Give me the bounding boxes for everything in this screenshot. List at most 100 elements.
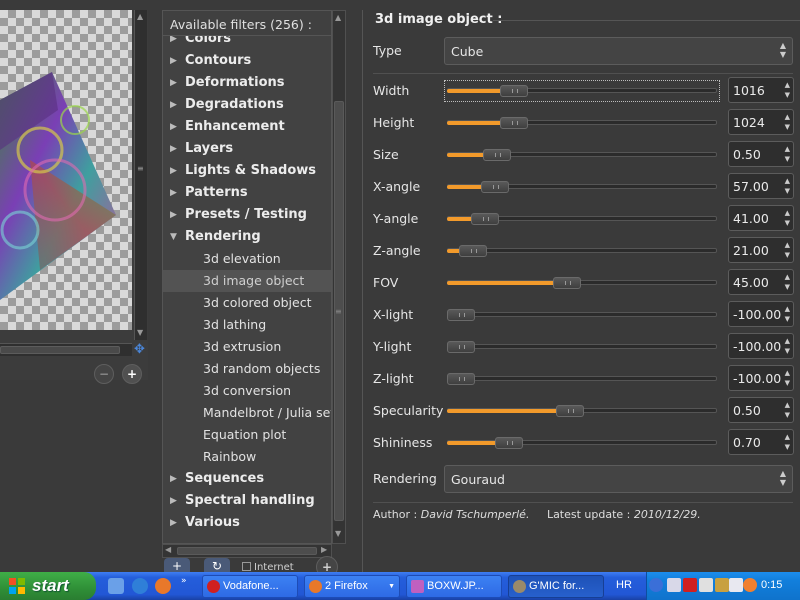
param-spinbox[interactable]: 57.00 ▲ ▼ [728, 173, 794, 199]
scroll-thumb[interactable] [177, 547, 317, 555]
internet-explorer-icon[interactable] [132, 578, 148, 594]
filter-horizontal-scrollbar[interactable]: ◀ ▶ [162, 544, 332, 558]
preview-horizontal-scrollbar[interactable] [0, 343, 132, 356]
param-slider[interactable] [445, 337, 719, 357]
scroll-thumb[interactable] [0, 346, 120, 354]
tree-category[interactable]: ▶ Deformations [163, 72, 331, 94]
filter-list-header[interactable]: Available filters (256) : [162, 10, 332, 36]
expand-arrow-icon[interactable]: ▶ [170, 490, 177, 512]
add-filter-button[interactable]: + [164, 558, 190, 572]
slider-handle[interactable] [459, 245, 487, 257]
filter-item[interactable]: 3d colored object [163, 292, 331, 314]
slider-handle[interactable] [483, 149, 511, 161]
param-spinbox[interactable]: 1016 ▲ ▼ [728, 77, 794, 103]
slider-handle[interactable] [481, 181, 509, 193]
zoom-out-button[interactable]: − [94, 364, 114, 384]
filter-item-selected[interactable]: 3d image object [163, 270, 331, 292]
spin-arrows-icon[interactable]: ▲ ▼ [785, 432, 790, 452]
start-button[interactable]: start [0, 572, 96, 600]
spin-arrows-icon[interactable]: ▲ ▼ [785, 272, 790, 292]
scroll-up-arrow-icon[interactable]: ▲ [335, 13, 341, 22]
param-spinbox[interactable]: -100.00 ▲ ▼ [728, 301, 794, 327]
spin-arrows-icon[interactable]: ▲ ▼ [785, 208, 790, 228]
rendering-select[interactable]: Gouraud ▲ ▼ [444, 465, 793, 493]
tree-category[interactable]: ▶ Various [163, 512, 331, 534]
param-spinbox[interactable]: 1024 ▲ ▼ [728, 109, 794, 135]
language-indicator[interactable]: HR [616, 579, 632, 591]
filter-item[interactable]: Mandelbrot / Julia sets [163, 402, 331, 424]
task-button-active[interactable]: G'MIC for... [508, 575, 604, 598]
spin-arrows-icon[interactable]: ▲ ▼ [785, 176, 790, 196]
expand-arrow-icon[interactable]: ▶ [170, 138, 177, 160]
param-slider[interactable] [445, 433, 719, 453]
scroll-left-arrow-icon[interactable]: ◀ [165, 545, 171, 554]
tree-category[interactable]: ▶ Patterns [163, 182, 331, 204]
filter-item[interactable]: 3d elevation [163, 248, 331, 270]
tree-category[interactable]: ▶ Contours [163, 50, 331, 72]
expand-arrow-icon[interactable]: ▶ [170, 468, 177, 490]
spin-arrows-icon[interactable]: ▲ ▼ [785, 336, 790, 356]
spin-arrows-icon[interactable]: ▲ ▼ [785, 368, 790, 388]
task-button[interactable]: BOXW.JP... [406, 575, 502, 598]
scroll-down-arrow-icon[interactable]: ▼ [335, 529, 341, 538]
preview-vertical-scrollbar[interactable]: ▲ ≡ ▼ [134, 10, 147, 340]
quicklaunch-expand-icon[interactable]: » [181, 576, 187, 586]
scroll-right-arrow-icon[interactable]: ▶ [321, 545, 327, 554]
slider-track[interactable] [447, 376, 717, 381]
media-icon[interactable] [743, 578, 757, 592]
antivirus-icon[interactable] [683, 578, 697, 592]
expand-arrow-icon[interactable]: ▶ [170, 94, 177, 116]
slider-handle[interactable] [500, 117, 528, 129]
param-slider[interactable] [445, 209, 719, 229]
tree-category[interactable]: ▶ Sequences [163, 468, 331, 490]
security-icon[interactable] [699, 578, 713, 592]
filter-item[interactable]: 3d lathing [163, 314, 331, 336]
slider-handle[interactable] [447, 309, 475, 321]
filter-item[interactable]: 3d conversion [163, 380, 331, 402]
expand-arrow-icon[interactable]: ▶ [170, 512, 177, 534]
expand-arrow-icon[interactable]: ▶ [170, 72, 177, 94]
tree-category[interactable]: ▶ Presets / Testing [163, 204, 331, 226]
scroll-down-arrow-icon[interactable]: ▼ [137, 328, 143, 337]
slider-handle[interactable] [556, 405, 584, 417]
param-slider[interactable] [445, 305, 719, 325]
expand-arrow-icon[interactable]: ▶ [170, 204, 177, 226]
scroll-up-arrow-icon[interactable]: ▲ [137, 12, 143, 21]
tree-category[interactable]: ▶ Enhancement [163, 116, 331, 138]
slider-handle[interactable] [471, 213, 499, 225]
spin-arrows-icon[interactable]: ▲ ▼ [785, 400, 790, 420]
mascot-icon[interactable] [715, 578, 729, 592]
refresh-button[interactable]: ↻ [204, 558, 230, 572]
expand-arrow-icon[interactable]: ▶ [170, 50, 177, 72]
tree-category[interactable]: ▶ Layers [163, 138, 331, 160]
slider-handle[interactable] [495, 437, 523, 449]
spin-arrows-icon[interactable]: ▲ ▼ [785, 304, 790, 324]
expand-arrow-icon[interactable]: ▶ [170, 182, 177, 204]
tree-category[interactable]: ▶ Degradations [163, 94, 331, 116]
task-button[interactable]: 2 Firefox ▼ [304, 575, 400, 598]
param-spinbox[interactable]: -100.00 ▲ ▼ [728, 333, 794, 359]
type-select[interactable]: Cube ▲ ▼ [444, 37, 793, 65]
filter-item[interactable]: Rainbow [163, 446, 331, 468]
expand-arrow-icon[interactable]: ▶ [170, 116, 177, 138]
param-slider[interactable] [445, 369, 719, 389]
tree-category-rendering[interactable]: ▼ Rendering [163, 226, 331, 248]
firefox-icon[interactable] [155, 578, 171, 594]
filter-item[interactable]: 3d extrusion [163, 336, 331, 358]
monitor-icon[interactable] [729, 578, 743, 592]
param-slider[interactable] [445, 145, 719, 165]
slider-handle[interactable] [447, 373, 475, 385]
task-button[interactable]: Vodafone... [202, 575, 298, 598]
param-spinbox[interactable]: 41.00 ▲ ▼ [728, 205, 794, 231]
move-arrows-icon[interactable]: ✥ [134, 343, 145, 356]
tray-expand-icon[interactable] [649, 578, 663, 592]
param-spinbox[interactable]: 21.00 ▲ ▼ [728, 237, 794, 263]
param-spinbox[interactable]: 0.70 ▲ ▼ [728, 429, 794, 455]
param-spinbox[interactable]: 0.50 ▲ ▼ [728, 397, 794, 423]
tree-category[interactable]: ▶ Lights & Shadows [163, 160, 331, 182]
param-slider[interactable] [445, 401, 719, 421]
tree-category[interactable]: ▶ Spectral handling [163, 490, 331, 512]
filter-vertical-scrollbar[interactable]: ▲ ≡ ▼ [332, 10, 346, 544]
slider-track[interactable] [447, 312, 717, 317]
param-spinbox[interactable]: -100.00 ▲ ▼ [728, 365, 794, 391]
